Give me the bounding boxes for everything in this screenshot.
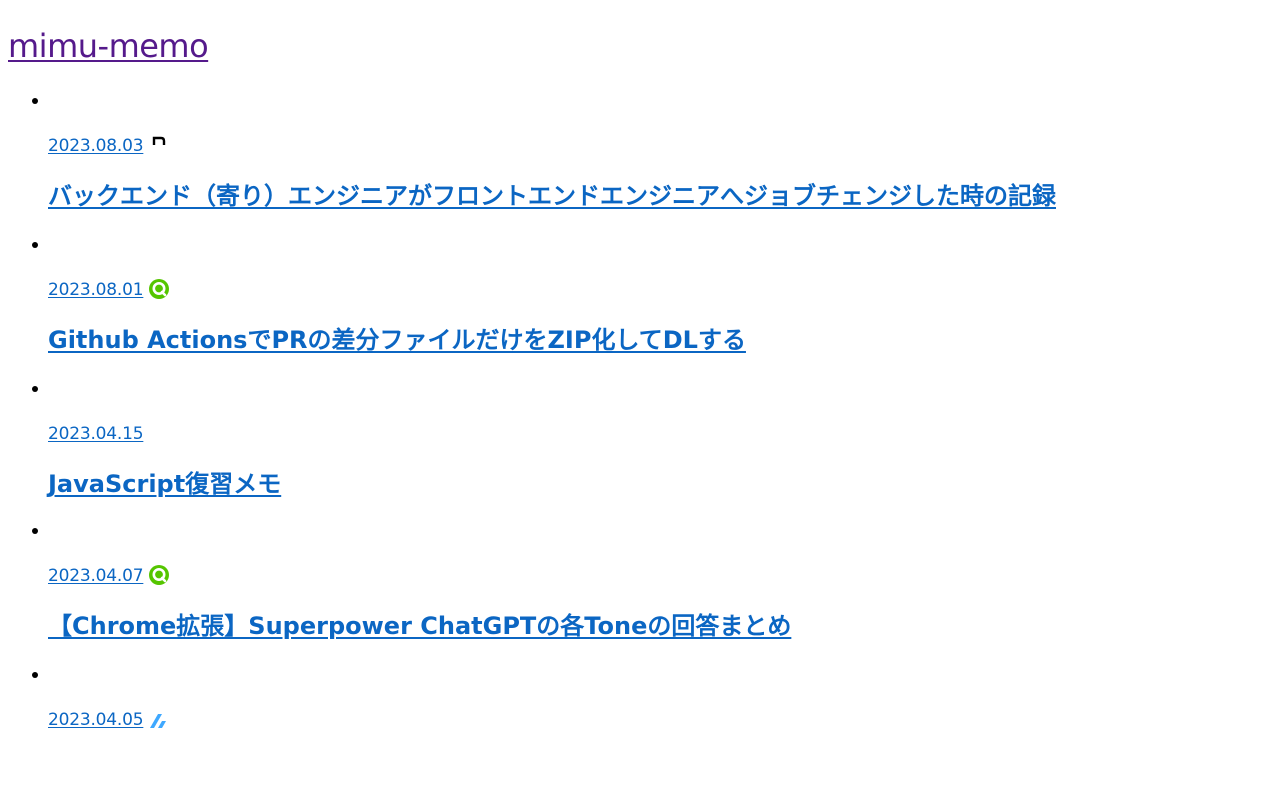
list-bullet (32, 242, 38, 248)
list-item: 2023.04.05 (32, 662, 1248, 806)
post-title: JavaScript復習メモ (48, 468, 281, 500)
post-date-link[interactable]: 2023.08.03 (48, 132, 147, 160)
post-date-link[interactable]: 2023.04.05 (48, 706, 147, 734)
post-title-link[interactable]: Github ActionsでPRの差分ファイルだけをZIP化してDLする (48, 326, 746, 354)
note-icon (148, 134, 170, 156)
post-title-link[interactable]: JavaScript復習メモ (48, 470, 281, 498)
list-item: 2023.08.03 バックエンド（寄り）エンジニアがフロントエンドエンジニアへ… (32, 88, 1248, 232)
list-item: 2023.04.07 【Chrome拡張】Superpower ChatGPTの… (32, 518, 1248, 662)
qiita-icon (148, 564, 170, 586)
post-date-link[interactable]: 2023.04.15 (48, 420, 144, 448)
post-title-link[interactable]: バックエンド（寄り）エンジニアがフロントエンドエンジニアへジョブチェンジした時の… (48, 182, 1056, 210)
post-title: 【Chrome拡張】Superpower ChatGPTの各Toneの回答まとめ (48, 610, 791, 642)
list-bullet (32, 386, 38, 392)
post-date-link[interactable]: 2023.08.01 (48, 276, 147, 304)
site-title-link[interactable]: mimu-memo (8, 27, 209, 65)
site-title: mimu-memo (8, 26, 209, 66)
post-meta: 2023.08.01 (48, 276, 170, 302)
zenn-icon (148, 708, 170, 730)
list-bullet (32, 528, 38, 534)
post-title: バックエンド（寄り）エンジニアがフロントエンドエンジニアへジョブチェンジした時の… (48, 180, 1056, 212)
qiita-icon (148, 278, 170, 300)
list-bullet (32, 672, 38, 678)
list-item: 2023.04.15 JavaScript復習メモ (32, 376, 1248, 518)
post-date-link[interactable]: 2023.04.07 (48, 562, 147, 590)
post-title-link[interactable]: 【Chrome拡張】Superpower ChatGPTの各Toneの回答まとめ (48, 612, 791, 640)
post-meta: 2023.08.03 (48, 132, 170, 158)
list-bullet (32, 98, 38, 104)
post-meta: 2023.04.15 (48, 420, 144, 448)
post-list: 2023.08.03 バックエンド（寄り）エンジニアがフロントエンドエンジニアへ… (32, 88, 1248, 806)
list-item: 2023.08.01 Github ActionsでPRの差分ファイルだけをZI… (32, 232, 1248, 376)
post-title: Github ActionsでPRの差分ファイルだけをZIP化してDLする (48, 324, 746, 356)
post-meta: 2023.04.07 (48, 562, 170, 588)
post-meta: 2023.04.05 (48, 706, 170, 732)
